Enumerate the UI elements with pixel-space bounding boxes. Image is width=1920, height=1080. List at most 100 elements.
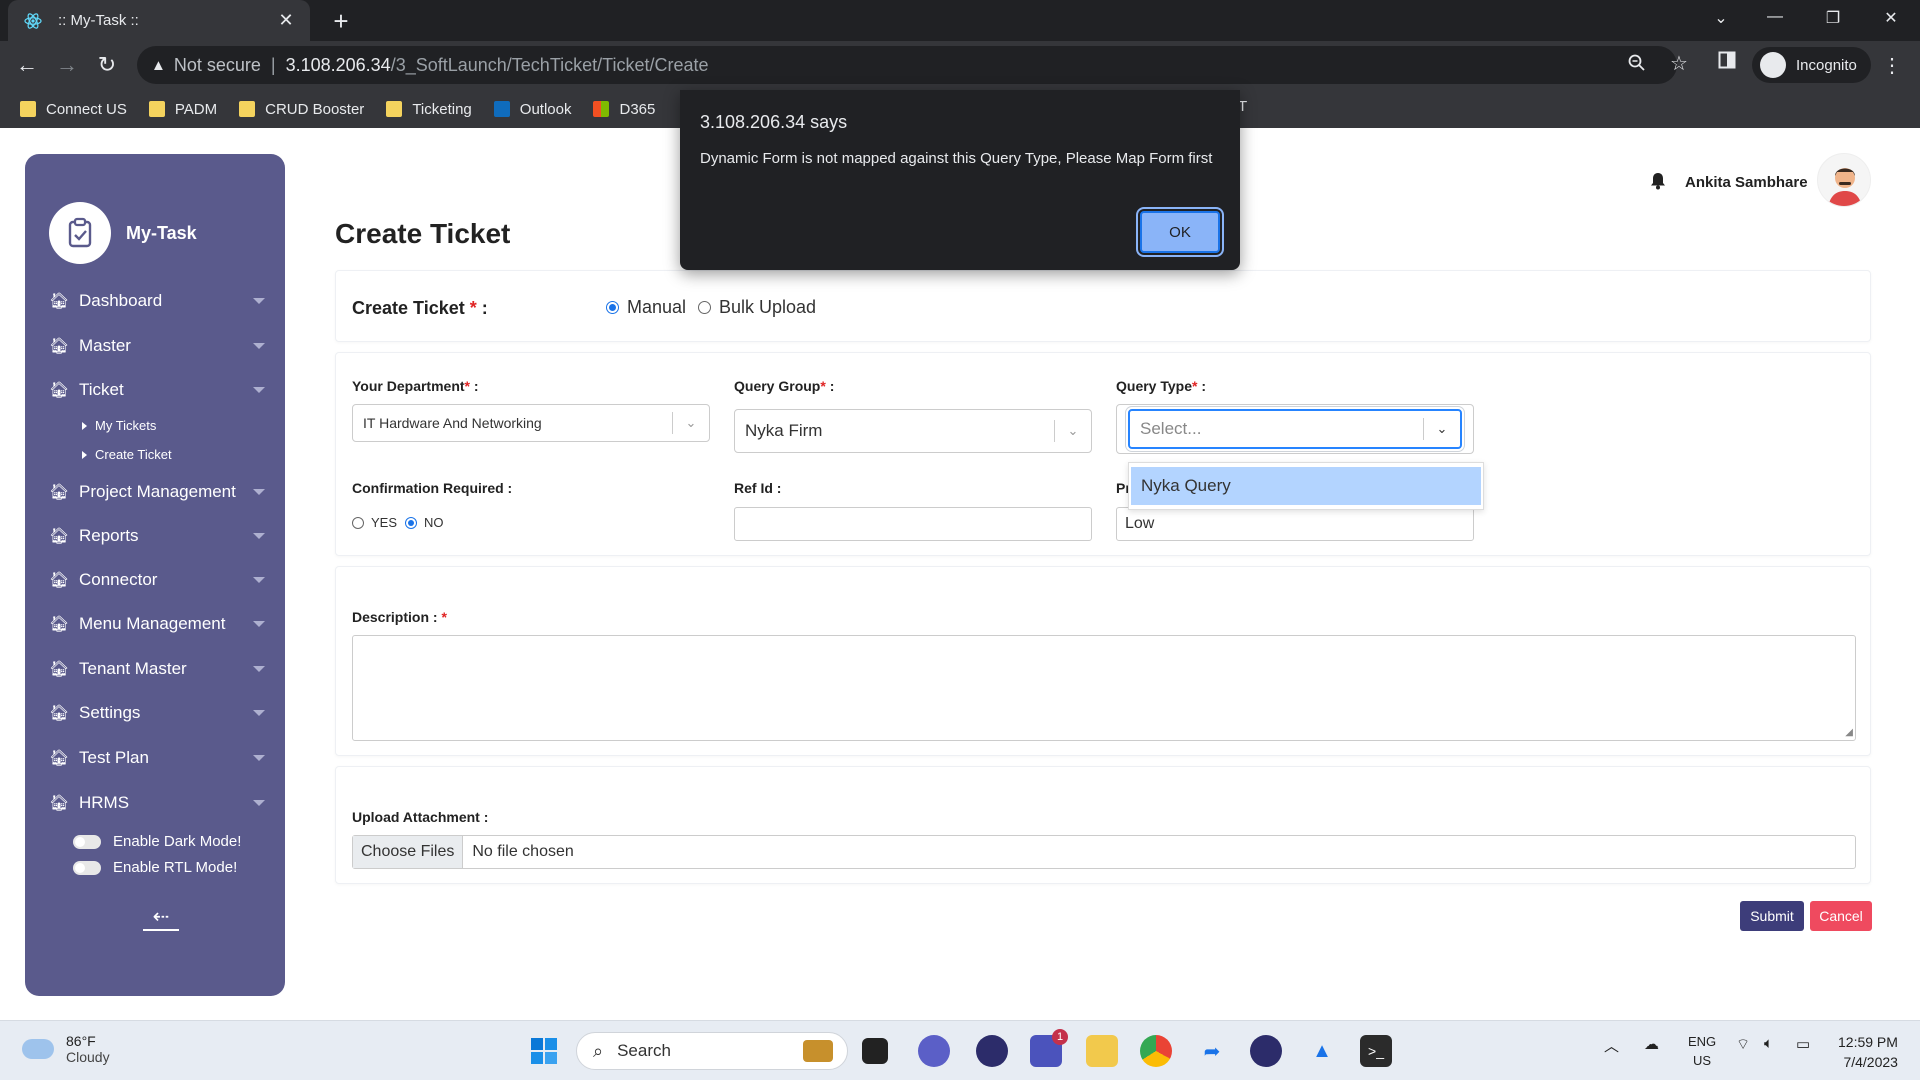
sidebar-item-dashboard[interactable]: 🏠︎ Dashboard [49,291,265,311]
sidebar-subitem-create-ticket[interactable]: Create Ticket [82,447,172,462]
attachment-label: Upload Attachment : [352,809,489,825]
sidebar-item-connector[interactable]: 🏠︎ Connector [49,570,265,590]
bookmark-outlook[interactable]: Outlook [493,101,571,118]
close-tab-icon[interactable]: ✕ [276,10,296,31]
volume-icon[interactable]: 🔈︎ [1764,1035,1773,1052]
language-indicator[interactable]: ENG US [1688,1032,1716,1070]
bell-icon[interactable] [1650,172,1666,195]
file-input[interactable]: Choose Files No file chosen [352,835,1856,869]
battery-icon[interactable]: ▭ [1796,1035,1810,1053]
radio-no[interactable]: NO [405,515,444,530]
brand[interactable]: My-Task [49,202,197,264]
new-tab-button[interactable]: + [326,6,356,37]
radio-manual[interactable]: Manual [606,297,686,318]
sidebar-item-test-plan[interactable]: 🏠︎ Test Plan [49,748,265,768]
terminal-icon[interactable]: >_ [1360,1035,1392,1067]
eclipse-icon[interactable] [1250,1035,1282,1067]
home-icon: 🏠︎ [49,795,70,812]
dropdown-option[interactable]: Nyka Query [1131,467,1481,505]
user-name[interactable]: Ankita Sambhare [1685,174,1808,191]
teams-icon[interactable]: 1 [1030,1029,1068,1067]
wifi-icon[interactable]: ⌔ [1736,1035,1750,1054]
eclipse-icon[interactable] [976,1035,1008,1067]
url-path: /3_SoftLaunch/TechTicket/Ticket/Create [390,54,709,75]
toggle-switch[interactable] [73,860,101,875]
sidebar-subitem-my-tickets[interactable]: My Tickets [82,418,156,433]
department-select[interactable]: IT Hardware And Networking ⌄ [352,404,710,442]
resize-grip-icon[interactable]: ◢ [1845,727,1853,738]
sidebar-item-project-management[interactable]: 🏠︎ Project Management [49,482,265,502]
address-bar[interactable]: ▲ Not secure | 3.108.206.34 /3_SoftLaunc… [137,46,1677,84]
submit-button[interactable]: Submit [1740,901,1804,931]
file-explorer-icon[interactable] [1086,1035,1118,1067]
priority-input[interactable]: Low [1116,507,1474,541]
chat-icon[interactable] [918,1035,950,1067]
clipboard-icon [49,202,111,264]
sidebar-item-tenant-master[interactable]: 🏠︎ Tenant Master [49,659,265,679]
side-panel-icon[interactable] [1718,51,1736,74]
mode-card: Create Ticket * : Manual Bulk Upload [335,270,1871,342]
radio-yes[interactable]: YES [352,515,397,530]
sidebar-item-settings[interactable]: 🏠︎ Settings [49,703,265,723]
caret-down-icon [253,387,265,393]
query-group-select[interactable]: Nyka Firm ⌄ [734,409,1092,453]
zoom-icon[interactable] [1628,54,1646,77]
browser-tab[interactable]: :: My-Task :: ✕ [8,0,310,41]
radio-button[interactable] [352,516,364,529]
onedrive-icon[interactable]: ☁ [1644,1035,1659,1053]
caret-down-icon [253,800,265,806]
caret-right-icon [82,421,87,430]
sidebar-item-ticket[interactable]: 🏠︎ Ticket [49,380,265,400]
radio-button[interactable] [606,301,619,314]
system-clock[interactable]: 12:59 PM 7/4/2023 [1838,1032,1898,1072]
tab-search-icon[interactable]: ⌄ [1706,8,1736,28]
windows-start-icon[interactable] [528,1035,560,1067]
taskbar-search[interactable]: ⌕ Search [576,1032,848,1070]
sidebar-item-menu-management[interactable]: 🏠︎ Menu Management [49,614,265,634]
bookmark-padm[interactable]: PADM [148,101,217,118]
collapse-sidebar-icon[interactable]: ⇠ [143,904,179,931]
bookmark-ticketing[interactable]: Ticketing [386,101,472,118]
caret-down-icon [253,577,265,583]
reload-icon[interactable]: ↻ [92,52,122,78]
chevron-down-icon[interactable]: ⌄ [1055,423,1091,439]
department-label: Your Department* : [352,378,479,394]
description-textarea[interactable]: ◢ [352,635,1856,741]
folder-icon [386,101,403,117]
restore-icon[interactable]: ❐ [1818,8,1848,28]
bookmark-star-icon[interactable]: ☆ [1670,51,1688,76]
bookmark-connect-us[interactable]: Connect US [20,101,127,118]
bookmark-d365[interactable]: D365 [593,101,655,118]
azure-icon[interactable]: ▲ [1306,1035,1338,1067]
minimize-icon[interactable]: — [1760,8,1790,26]
query-type-select[interactable]: Select... ⌄ [1128,409,1462,449]
incognito-badge[interactable]: Incognito [1752,47,1871,83]
sidebar-item-hrms[interactable]: 🏠︎ HRMS [49,793,265,813]
browser-menu-icon[interactable]: ⋮ [1882,53,1902,78]
forward-icon[interactable]: → [52,52,82,78]
rtl-mode-toggle[interactable]: Enable RTL Mode! [73,859,237,876]
chevron-down-icon[interactable]: ⌄ [673,415,709,431]
dark-mode-toggle[interactable]: Enable Dark Mode! [73,833,241,850]
chrome-icon[interactable] [1140,1035,1172,1067]
close-window-icon[interactable]: ✕ [1876,8,1906,28]
radio-button[interactable] [405,516,417,529]
sidebar-item-master[interactable]: 🏠︎ Master [49,336,265,356]
radio-button[interactable] [698,301,711,314]
radio-bulk-upload[interactable]: Bulk Upload [698,297,816,318]
toggle-switch[interactable] [73,834,101,849]
ref-id-input[interactable] [734,507,1092,541]
weather-widget[interactable]: 86°F Cloudy [22,1033,110,1065]
share-arrow-icon[interactable]: ➦ [1196,1035,1228,1067]
avatar[interactable] [1817,153,1871,207]
task-view-icon[interactable] [862,1038,888,1064]
ok-button[interactable]: OK [1140,211,1220,253]
back-icon[interactable]: ← [12,52,42,78]
description-label: Description : * [352,609,447,625]
choose-files-button[interactable]: Choose Files [353,836,464,868]
sidebar-item-reports[interactable]: 🏠︎ Reports [49,526,265,546]
chevron-down-icon[interactable]: ⌄ [1424,421,1460,437]
chevron-up-icon[interactable]: ︿ [1604,1035,1619,1056]
bookmark-crud-booster[interactable]: CRUD Booster [239,101,364,118]
cancel-button[interactable]: Cancel [1810,901,1872,931]
